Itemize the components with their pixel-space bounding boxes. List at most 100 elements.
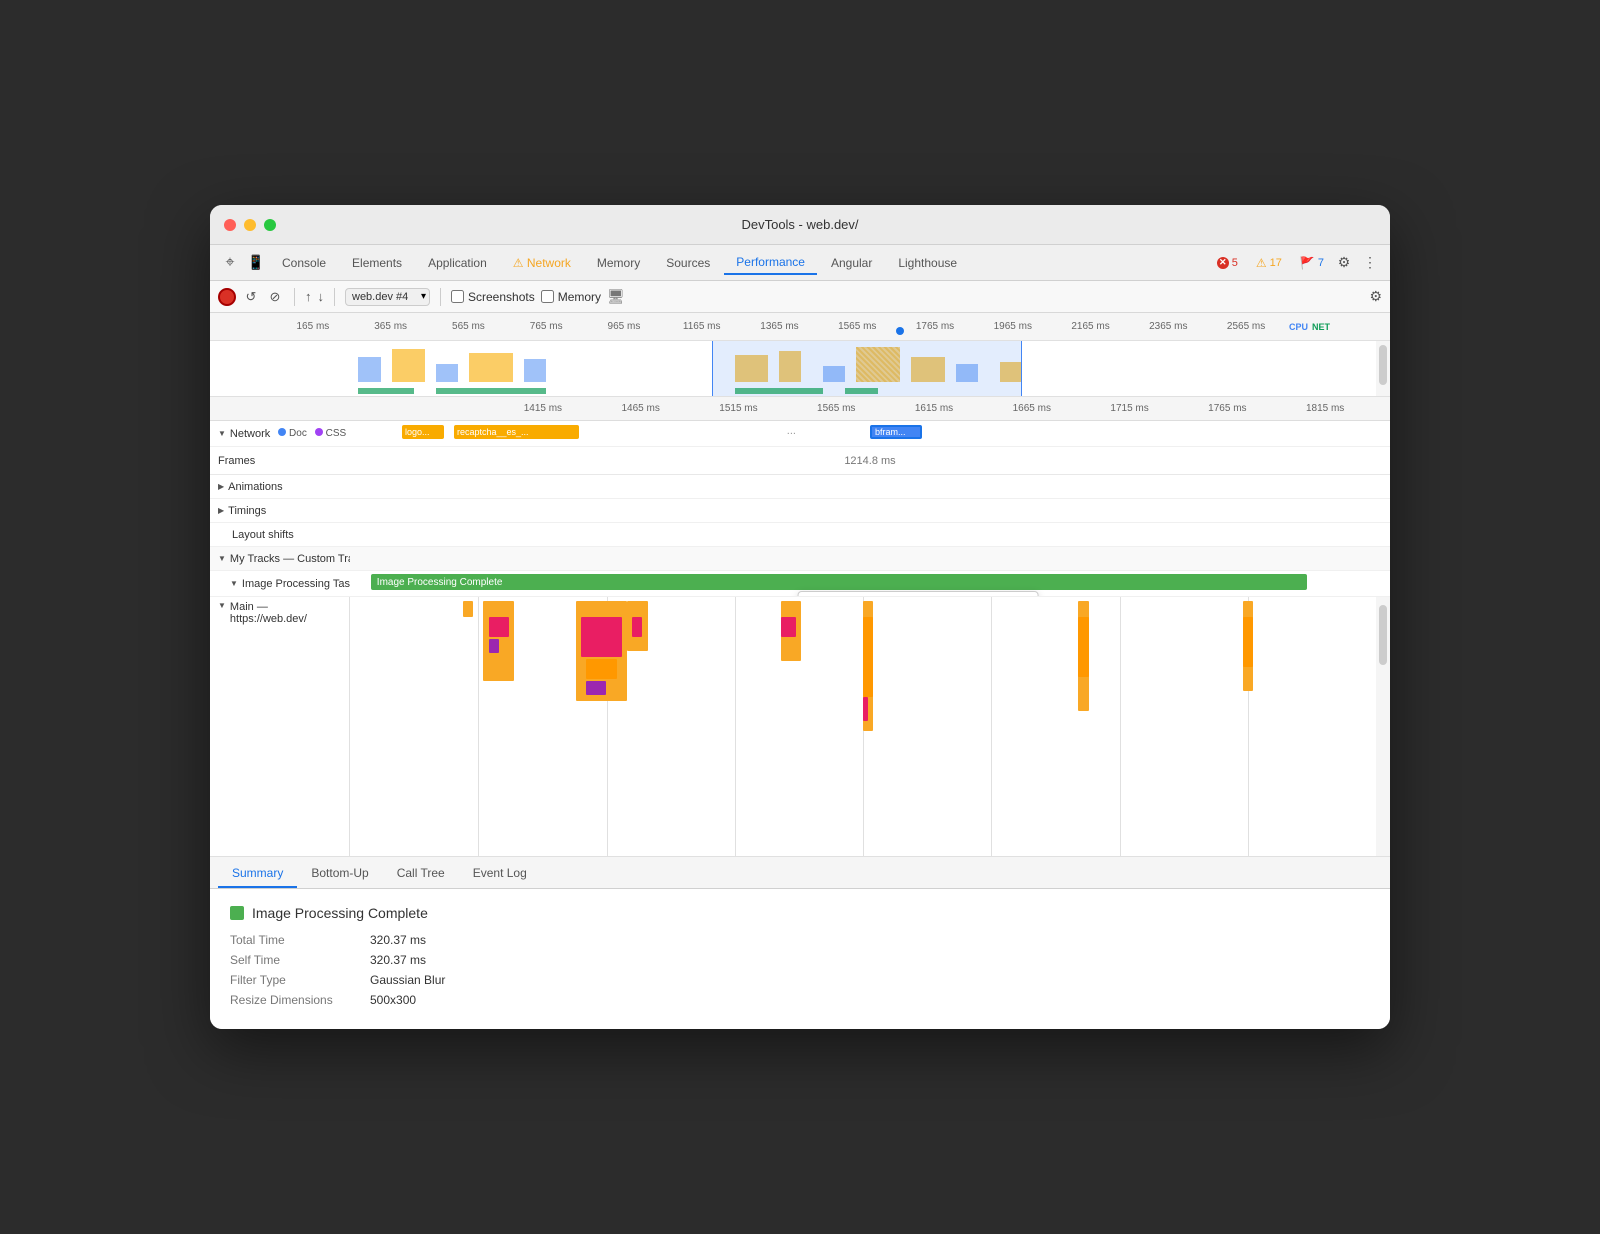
task-bar-19[interactable] (1243, 617, 1253, 667)
self-time-value: 320.37 ms (370, 953, 426, 967)
timings-label: ▶ Timings (210, 505, 350, 517)
tab-network[interactable]: ⚠ Network (501, 252, 583, 274)
ruler-mark-4: 765 ms (507, 321, 585, 332)
summary-resize-dimensions-row: Resize Dimensions 500x300 (230, 993, 1370, 1007)
task-bar-6[interactable] (581, 617, 622, 657)
css-legend: CSS (315, 428, 346, 439)
more-icon[interactable]: ⋮ (1358, 251, 1382, 275)
main-scrollbar-track[interactable] (1376, 597, 1390, 856)
frames-label: Frames (210, 455, 350, 467)
task-bar-4[interactable] (489, 639, 499, 653)
main-thread-label: ▼ Main — https://web.dev/ (210, 597, 350, 856)
image-processing-bar[interactable]: Image Processing Complete (371, 574, 1307, 590)
main-scrollbar-thumb[interactable] (1379, 605, 1387, 665)
selector-icon[interactable]: ⌖ (218, 251, 242, 275)
task-bar-12[interactable] (781, 617, 796, 637)
traffic-lights (224, 219, 276, 231)
frames-content: 1214.8 ms (350, 447, 1390, 474)
tab-summary[interactable]: Summary (218, 860, 297, 888)
custom-track-expand-icon[interactable]: ▼ (218, 554, 226, 563)
minimize-button[interactable] (244, 219, 256, 231)
task-bar-8[interactable] (586, 681, 607, 695)
tab-event-log[interactable]: Event Log (459, 860, 541, 888)
task-bar-10[interactable] (632, 617, 642, 637)
ruler-mark-1: 165 ms (274, 321, 352, 332)
network-expand-icon[interactable]: ▼ (218, 429, 226, 438)
image-processing-tasks-content[interactable]: Image Processing Complete 320.37 ms Imag… (350, 571, 1390, 596)
profile-selector[interactable]: web.dev #4 (345, 288, 430, 306)
tab-console[interactable]: Console (270, 252, 338, 274)
net-overview (270, 388, 1376, 394)
upload-button[interactable]: ↑ (305, 289, 312, 304)
bframe-bar[interactable]: bfram... (870, 425, 922, 439)
summary-title: Image Processing Complete (230, 905, 1370, 921)
tab-lighthouse[interactable]: Lighthouse (886, 252, 969, 274)
cpu-label: CPU (1289, 322, 1308, 332)
main-thread-expand-icon[interactable]: ▼ (218, 601, 226, 610)
clear-button[interactable]: ⊘ (266, 288, 284, 306)
download-button[interactable]: ↓ (318, 289, 325, 304)
vtick-6 (1120, 597, 1121, 856)
sub-settings-icon[interactable]: ⚙ (1369, 288, 1382, 305)
timings-expand-icon[interactable]: ▶ (218, 506, 224, 515)
tooltip: 320.37 ms Image processed successfully (798, 591, 1039, 596)
record-button[interactable] (218, 288, 236, 306)
animations-label: ▶ Animations (210, 481, 350, 493)
scrollbar-thumb[interactable] (1379, 345, 1387, 385)
image-processing-tasks-expand-icon[interactable]: ▼ (230, 579, 238, 588)
tab-application[interactable]: Application (416, 252, 499, 274)
warn-badge: ⚠ 17 (1250, 254, 1288, 272)
tab-angular[interactable]: Angular (819, 252, 884, 274)
main-thread-name: Main — https://web.dev/ (230, 601, 341, 625)
tab-elements[interactable]: Elements (340, 252, 414, 274)
refresh-button[interactable]: ↺ (242, 288, 260, 306)
timeline-overview[interactable] (210, 341, 1390, 397)
recaptcha-bar[interactable]: recaptcha__es_... (454, 425, 579, 439)
layout-shifts-row: Layout shifts (210, 523, 1390, 547)
memory-checkbox[interactable] (541, 290, 554, 303)
animations-expand-icon[interactable]: ▶ (218, 482, 224, 491)
layout-shifts-label: Layout shifts (210, 529, 350, 541)
net-label: NET (1312, 322, 1330, 332)
flamechart: ▼ Network Doc CSS JS Font Img Media Wasm… (210, 421, 1390, 857)
main-toolbar: ⌖ 📱 Console Elements Application ⚠ Netwo… (210, 245, 1390, 281)
task-bar-1[interactable] (463, 601, 473, 617)
maximize-button[interactable] (264, 219, 276, 231)
animations-content (350, 475, 1390, 498)
image-processing-tasks-row: ▼ Image Processing Tasks Image Processin… (210, 571, 1390, 597)
screenshots-checkbox-label[interactable]: Screenshots (451, 290, 535, 304)
screenshots-label: Screenshots (468, 290, 535, 304)
screenshots-checkbox[interactable] (451, 290, 464, 303)
ellipsis-indicator: ... (787, 425, 796, 437)
memory-checkbox-label[interactable]: Memory (541, 290, 601, 304)
close-button[interactable] (224, 219, 236, 231)
error-badge: ✕ 5 (1211, 255, 1244, 271)
tab-memory[interactable]: Memory (585, 252, 652, 274)
task-bar-14[interactable] (863, 617, 873, 697)
logo-bar[interactable]: logo... (402, 425, 444, 439)
layout-shifts-content (350, 523, 1390, 546)
settings-icon[interactable]: ⚙ (1332, 251, 1356, 275)
summary-filter-type-row: Filter Type Gaussian Blur (230, 973, 1370, 987)
device-icon[interactable]: 📱 (244, 251, 268, 275)
ruler-mark-6: 1165 ms (663, 321, 741, 332)
scrollbar-track[interactable] (1376, 341, 1390, 396)
self-time-label: Self Time (230, 953, 370, 967)
task-bar-2[interactable] (483, 601, 514, 681)
info-badge: 🚩 7 (1294, 254, 1330, 272)
network-row: ▼ Network Doc CSS JS Font Img Media Wasm… (210, 421, 1390, 447)
task-bar-17[interactable] (1078, 617, 1088, 677)
doc-legend: Doc (278, 428, 307, 439)
detail-mark-7: 1715 ms (1081, 403, 1179, 414)
task-bar-15[interactable] (863, 697, 868, 721)
tab-call-tree[interactable]: Call Tree (383, 860, 459, 888)
ruler-mark-12: 2365 ms (1129, 321, 1207, 332)
ruler-mark-8: 1565 ms (818, 321, 896, 332)
tab-bottom-up[interactable]: Bottom-Up (297, 860, 382, 888)
memory-icon[interactable]: 🖥 (607, 288, 625, 305)
profile-select-input[interactable]: web.dev #4 (345, 288, 430, 306)
task-bar-7[interactable] (586, 659, 617, 679)
tab-performance[interactable]: Performance (724, 251, 817, 275)
tab-sources[interactable]: Sources (654, 252, 722, 274)
task-bar-3[interactable] (489, 617, 510, 637)
